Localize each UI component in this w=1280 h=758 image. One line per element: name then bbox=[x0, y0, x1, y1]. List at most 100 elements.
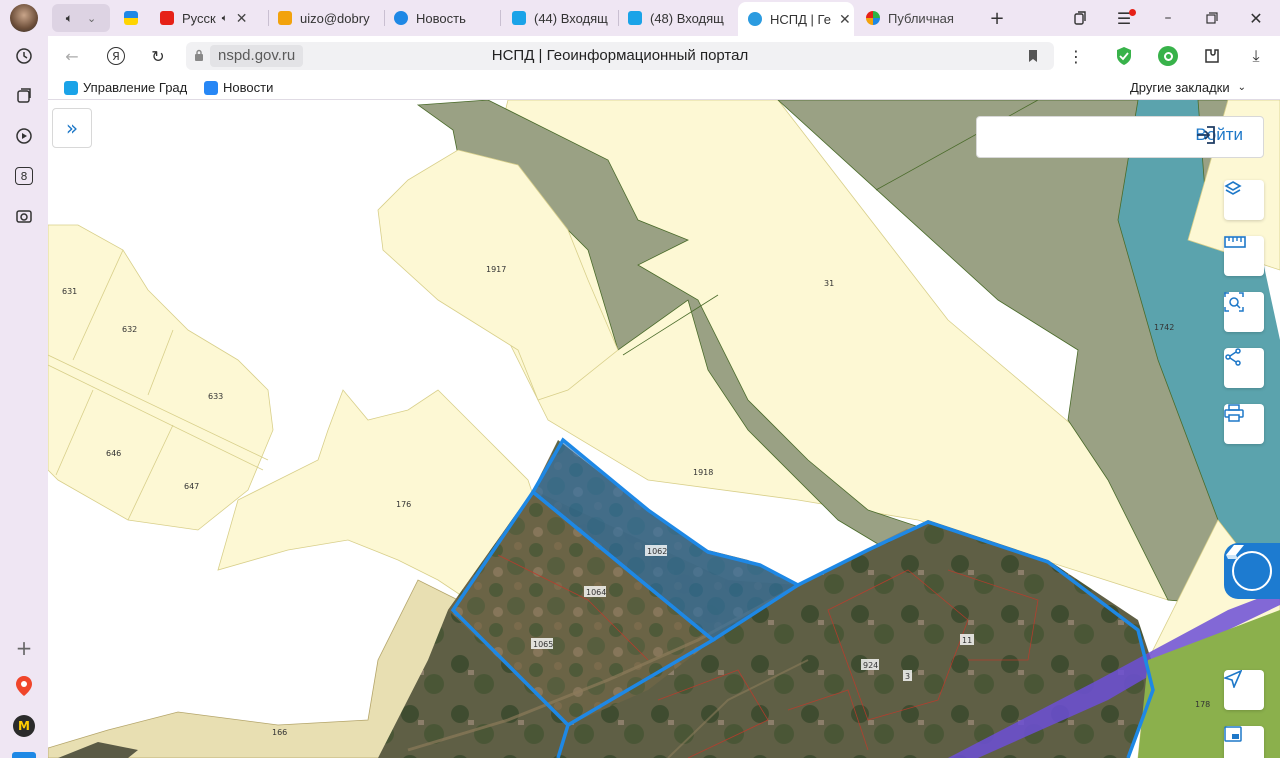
tab-mail-uizo[interactable]: uizo@dobry bbox=[278, 4, 378, 32]
parcel-label-box: 11 bbox=[960, 634, 974, 645]
history-icon[interactable] bbox=[12, 44, 36, 68]
parcel-label: 1065 bbox=[533, 640, 553, 649]
new-tab-button[interactable]: + bbox=[987, 8, 1007, 29]
tab-bar: 🔈︎ ⌄ Русск 🔈︎ ✕ uizo@dobry Новость (44) … bbox=[48, 0, 1280, 36]
tab-label: НСПД | Ге bbox=[770, 11, 831, 27]
badge-8-icon[interactable]: 8 bbox=[12, 164, 36, 188]
parcel-label: 924 bbox=[863, 661, 878, 670]
close-icon[interactable]: ✕ bbox=[839, 11, 851, 28]
extension-circle-icon[interactable] bbox=[1158, 46, 1178, 66]
parcel-label: 647 bbox=[184, 482, 199, 491]
other-bookmarks-label: Другие закладки bbox=[1130, 80, 1230, 95]
mail-icon bbox=[64, 80, 78, 95]
tab-list-icon[interactable] bbox=[1070, 8, 1090, 28]
yandex-home-button[interactable]: Я bbox=[106, 46, 126, 66]
youtube-icon bbox=[160, 11, 174, 25]
parcel-label-box: 924 bbox=[861, 659, 879, 670]
parcel-area bbox=[48, 224, 274, 531]
login-button[interactable]: Войти bbox=[1195, 125, 1253, 145]
browser-toolbar: ← Я ↻ nspd.gov.ru НСПД | Геоинформационн… bbox=[48, 36, 1280, 76]
chevron-down-icon[interactable]: ⌄ bbox=[87, 12, 96, 25]
extra-app-icon[interactable] bbox=[12, 752, 36, 758]
bookmarks-bar: Управление Град Новости Другие закладки … bbox=[48, 76, 1280, 100]
menu-icon[interactable]: ☰ bbox=[1114, 8, 1136, 28]
bookmark-label: Управление Град bbox=[83, 80, 188, 95]
tab-audio-group[interactable]: 🔈︎ ⌄ bbox=[52, 4, 110, 32]
reload-button[interactable]: ↻ bbox=[148, 46, 168, 66]
map-viewport[interactable]: 631 632 633 646 647 176 1917 31 1918 174… bbox=[48, 100, 1280, 758]
assistant-button[interactable] bbox=[1224, 543, 1280, 599]
print-button[interactable] bbox=[1224, 404, 1264, 444]
zen-icon[interactable]: M bbox=[12, 714, 36, 738]
nspd-icon bbox=[748, 12, 762, 26]
assistant-icon bbox=[1226, 545, 1272, 591]
minimap-icon bbox=[1224, 726, 1242, 742]
layers-button[interactable] bbox=[1224, 180, 1264, 220]
address-bar[interactable]: nspd.gov.ru НСПД | Геоинформационный пор… bbox=[186, 42, 1054, 70]
speaker-icon: 🔈︎ bbox=[221, 12, 228, 24]
notification-dot bbox=[1129, 9, 1136, 16]
share-button[interactable] bbox=[1224, 348, 1264, 388]
parcel-label: 1918 bbox=[693, 468, 713, 477]
back-button[interactable]: ← bbox=[62, 46, 82, 66]
parcel-label-box: 1065 bbox=[531, 638, 553, 649]
login-panel: Войти bbox=[976, 116, 1264, 158]
bookmark-item[interactable]: Новости bbox=[204, 80, 273, 95]
minimap-button[interactable] bbox=[1224, 726, 1264, 758]
parcel-label: 176 bbox=[396, 500, 411, 509]
tab-label: Публичная bbox=[888, 10, 954, 26]
other-bookmarks[interactable]: Другие закладки ⌄ bbox=[1130, 80, 1246, 95]
bookmark-label: Новости bbox=[223, 80, 274, 95]
mail-icon bbox=[512, 11, 526, 25]
map-canvas[interactable]: 631 632 633 646 647 176 1917 31 1918 174… bbox=[48, 100, 1280, 758]
collections-icon[interactable] bbox=[12, 84, 36, 108]
pkk-icon bbox=[866, 11, 880, 25]
double-chevron-right-icon: » bbox=[65, 116, 79, 140]
area-search-button[interactable] bbox=[1224, 292, 1264, 332]
tab-label: (48) Входящ bbox=[650, 10, 724, 26]
add-icon[interactable]: + bbox=[12, 636, 36, 660]
screenshot-icon[interactable] bbox=[12, 204, 36, 228]
mail-icon bbox=[628, 11, 642, 25]
speaker-icon[interactable]: 🔈︎ bbox=[66, 11, 73, 26]
tab-inbox-44[interactable]: (44) Входящ bbox=[512, 4, 612, 32]
tab-inbox-48[interactable]: (48) Входящ bbox=[628, 4, 728, 32]
at-icon bbox=[394, 11, 408, 25]
tab-label: (44) Входящ bbox=[534, 10, 608, 26]
profile-avatar[interactable] bbox=[10, 4, 38, 32]
tab-youtube[interactable]: Русск 🔈︎ ✕ bbox=[160, 4, 258, 32]
tab-yandex[interactable] bbox=[124, 4, 144, 32]
parcel-label: 1917 bbox=[486, 265, 506, 274]
browser-sidebar: 8 + M bbox=[0, 0, 48, 758]
bookmark-icon[interactable] bbox=[1028, 49, 1038, 68]
download-icon[interactable]: ⤓ bbox=[1246, 46, 1266, 66]
badge-count: 8 bbox=[15, 167, 33, 185]
maps-icon[interactable] bbox=[12, 674, 36, 698]
mail-icon bbox=[278, 11, 292, 25]
tab-public-map[interactable]: Публичная bbox=[866, 4, 966, 32]
close-icon[interactable]: ✕ bbox=[236, 10, 248, 27]
parcel-label: 31 bbox=[824, 279, 834, 288]
close-window-button[interactable]: ✕ bbox=[1246, 8, 1266, 28]
parcel-label-box: 1062 bbox=[645, 545, 667, 556]
vk-icon bbox=[204, 80, 218, 95]
ruler-button[interactable] bbox=[1224, 236, 1264, 276]
yandex-icon bbox=[124, 11, 138, 25]
restore-button[interactable] bbox=[1202, 8, 1222, 28]
parcel-label: 11 bbox=[962, 636, 972, 645]
more-icon[interactable]: ⋮ bbox=[1066, 46, 1086, 66]
parcel-label-box: 3 bbox=[903, 670, 912, 681]
chevron-down-icon: ⌄ bbox=[1237, 82, 1246, 93]
tab-news[interactable]: Новость bbox=[394, 4, 494, 32]
parcel-label: 3 bbox=[905, 672, 910, 681]
extensions-icon[interactable] bbox=[1202, 46, 1222, 66]
shield-icon[interactable] bbox=[1114, 46, 1134, 66]
locate-button[interactable] bbox=[1224, 670, 1264, 710]
minimize-button[interactable]: – bbox=[1158, 8, 1178, 28]
bookmark-item[interactable]: Управление Град bbox=[64, 80, 190, 95]
tab-nspd[interactable]: НСПД | Ге ✕ bbox=[738, 2, 854, 36]
expand-panel-button[interactable]: » bbox=[52, 108, 92, 148]
parcel-label: 1064 bbox=[586, 588, 606, 597]
video-icon[interactable] bbox=[12, 124, 36, 148]
parcel-label: 646 bbox=[106, 449, 121, 458]
